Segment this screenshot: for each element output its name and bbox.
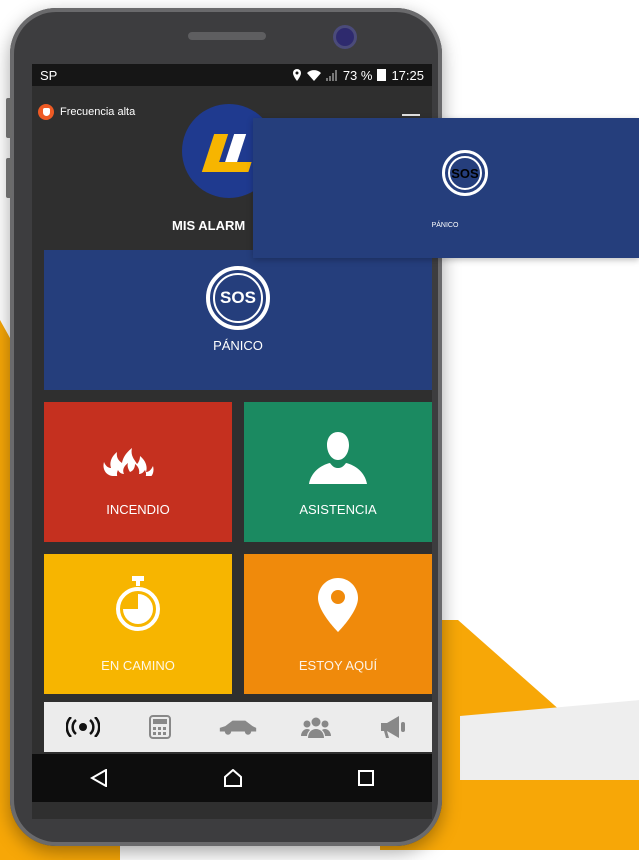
power-button [6, 158, 12, 198]
fire-button[interactable]: INCENDIO [44, 402, 232, 542]
location-pin-icon [318, 578, 358, 632]
megaphone-icon [381, 716, 406, 738]
group-icon [300, 717, 331, 738]
estoy-aqui-button[interactable]: ESTOY AQUÍ [244, 554, 432, 694]
person-icon [309, 432, 367, 484]
home-icon[interactable] [223, 769, 243, 787]
bottom-navigation [44, 702, 432, 752]
shield-icon [38, 104, 54, 120]
carrier-label: SP [40, 67, 58, 83]
en-camino-label: EN CAMINO [101, 658, 175, 673]
front-camera [336, 28, 354, 46]
panic-label: PÁNICO [213, 338, 263, 353]
back-icon[interactable] [89, 769, 108, 787]
nav-vehicle[interactable] [218, 710, 258, 744]
stopwatch-icon [116, 576, 160, 631]
panic-button[interactable]: SOS PÁNICO [44, 250, 432, 390]
en-camino-button[interactable]: EN CAMINO [44, 554, 232, 694]
battery-percent: 73 % [342, 67, 373, 83]
location-pin-icon [292, 69, 301, 81]
signal-icon [325, 69, 337, 81]
sos-icon: SOS [206, 266, 270, 330]
calculator-icon [149, 715, 172, 739]
status-icons: 73 % 17:25 [292, 68, 424, 83]
fire-icon [103, 448, 154, 476]
status-bar: SP 73 % 17:25 [32, 64, 432, 86]
car-icon [219, 720, 257, 735]
wifi-icon [306, 69, 321, 81]
battery-icon [377, 69, 387, 81]
phone-speaker [188, 32, 266, 40]
nav-calculator[interactable] [140, 710, 180, 744]
assistance-button[interactable]: ASISTENCIA [244, 402, 432, 542]
frequency-indicator[interactable]: Frecuencia alta [38, 104, 135, 120]
zoom-callout-panic: SOS PÁNICO [253, 118, 639, 258]
volume-button [6, 98, 12, 138]
nav-announcements[interactable] [373, 710, 413, 744]
nav-groups[interactable] [296, 710, 336, 744]
alarm-broadcast-icon [65, 717, 100, 737]
fire-label: INCENDIO [106, 502, 170, 517]
zoom-panic-label: PÁNICO [431, 222, 459, 229]
assistance-label: ASISTENCIA [299, 502, 377, 517]
nav-alarms[interactable] [63, 710, 103, 744]
frequency-label: Frecuencia alta [60, 106, 136, 118]
system-navigation-bar [32, 754, 432, 802]
estoy-aqui-label: ESTOY AQUÍ [298, 658, 378, 673]
clock: 17:25 [391, 67, 424, 83]
recents-icon[interactable] [358, 770, 375, 786]
sos-icon: SOS [442, 150, 488, 196]
section-title: MIS ALARM [172, 218, 246, 233]
